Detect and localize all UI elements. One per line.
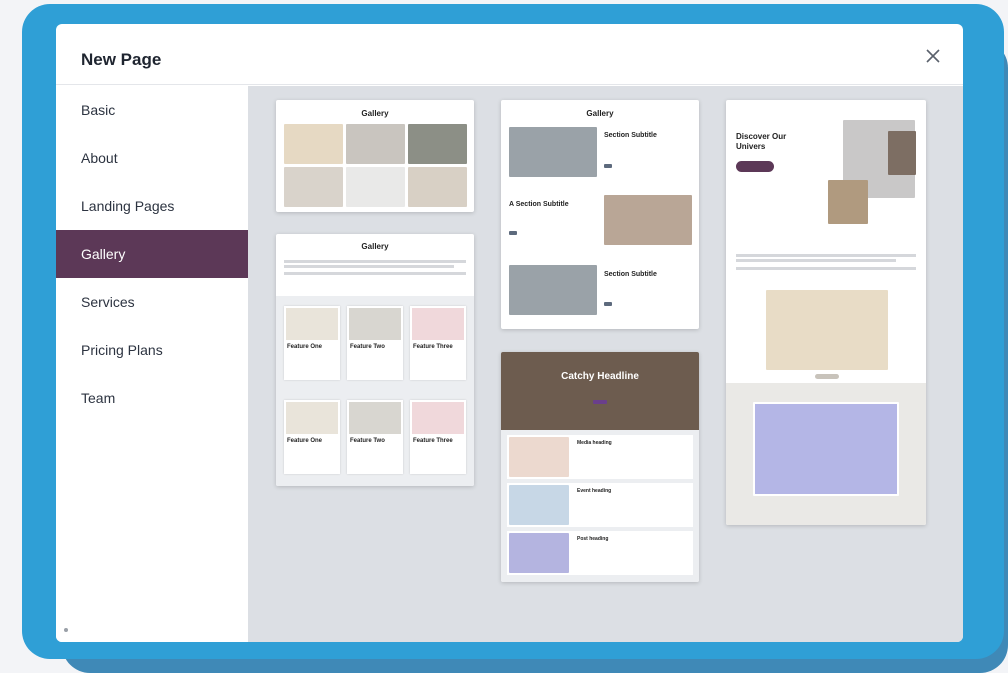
hero-banner: Catchy Headline <box>501 352 699 430</box>
body-text <box>736 259 896 262</box>
body-text <box>736 254 916 257</box>
media-heading: Event heading <box>577 488 612 494</box>
section-image <box>509 127 597 177</box>
intro-text <box>284 265 454 268</box>
section-button <box>604 164 612 168</box>
sidebar-item-gallery[interactable]: Gallery <box>56 230 248 278</box>
feature-card: Feature Two <box>347 306 403 380</box>
intro-text <box>284 272 466 275</box>
new-page-dialog: New Page Basic About Landing Pages Galle… <box>56 24 963 642</box>
gallery-image <box>284 167 343 207</box>
section-subtitle: A Section Subtitle <box>509 201 569 208</box>
template-gallery-grid[interactable]: Gallery <box>276 100 474 212</box>
gallery-image <box>346 167 405 207</box>
gallery-image <box>408 167 467 207</box>
feature-card: Feature Three <box>410 400 466 474</box>
feature-title: Feature Two <box>350 438 385 444</box>
media-image <box>509 533 569 573</box>
feature-card: Feature Three <box>410 306 466 380</box>
sidebar-item-basic[interactable]: Basic <box>56 86 248 134</box>
room-image <box>828 180 868 224</box>
intro-text <box>284 260 466 263</box>
carousel-thumbnails <box>815 374 839 379</box>
section-button <box>604 302 612 306</box>
feature-title: Feature Three <box>413 344 453 350</box>
feature-image <box>286 402 338 434</box>
hero-headline: Catchy Headline <box>561 371 639 382</box>
sidebar-item-landing-pages[interactable]: Landing Pages <box>56 182 248 230</box>
template-title: Gallery <box>361 109 389 118</box>
sidebar-item-team[interactable]: Team <box>56 374 248 422</box>
profile-image <box>888 131 916 175</box>
sidebar-item-services[interactable]: Services <box>56 278 248 326</box>
template-title: Gallery <box>586 109 614 118</box>
gallery-image <box>408 124 467 164</box>
feature-card: Feature One <box>284 400 340 474</box>
close-icon[interactable] <box>925 48 941 64</box>
template-gallery-sections[interactable]: Gallery Section Subtitle A Section Subti… <box>501 100 699 329</box>
sidebar-item-about[interactable]: About <box>56 134 248 182</box>
template-title: Gallery <box>361 242 389 251</box>
media-heading: Media heading <box>577 440 612 446</box>
feature-title: Feature Three <box>413 438 453 444</box>
section-image <box>509 265 597 315</box>
gallery-image <box>284 124 343 164</box>
feature-image <box>286 308 338 340</box>
template-discover[interactable]: Discover Our Univers <box>726 100 926 525</box>
feature-image <box>412 402 464 434</box>
feature-card: Feature Two <box>347 400 403 474</box>
feature-image <box>753 402 899 496</box>
discover-button <box>736 161 774 172</box>
media-image <box>509 437 569 477</box>
body-text <box>736 267 916 270</box>
feature-image <box>412 308 464 340</box>
feature-title: Feature Two <box>350 344 385 350</box>
media-heading: Post heading <box>577 536 609 542</box>
section-image <box>604 195 692 245</box>
media-item: Post heading <box>507 531 693 575</box>
section-subtitle: Section Subtitle <box>604 132 657 139</box>
media-item: Media heading <box>507 435 693 479</box>
media-image <box>509 485 569 525</box>
feature-title: Feature One <box>287 344 323 350</box>
dialog-title: New Page <box>81 50 162 69</box>
carousel-image <box>766 290 888 370</box>
sidebar: Basic About Landing Pages Gallery Servic… <box>56 86 248 642</box>
media-list: Media heading Event heading Post heading <box>501 430 699 582</box>
sidebar-item-pricing-plans[interactable]: Pricing Plans <box>56 326 248 374</box>
feature-card: Feature One <box>284 306 340 380</box>
feature-image <box>349 308 401 340</box>
corner-dot <box>64 628 68 632</box>
discover-heading: Discover Our Univers <box>736 132 787 151</box>
dialog-header: New Page <box>56 24 963 85</box>
features-section: Feature One Feature Two Feature Three Fe… <box>276 296 474 486</box>
section-subtitle: Section Subtitle <box>604 271 657 278</box>
hero-button <box>593 400 607 404</box>
feature-section <box>726 383 926 525</box>
section-button <box>509 231 517 235</box>
feature-title: Feature One <box>287 438 323 444</box>
template-gallery: Gallery Gallery Feature One Feature Two <box>248 86 963 642</box>
feature-image <box>349 402 401 434</box>
template-catchy-headline[interactable]: Catchy Headline Media heading Event head… <box>501 352 699 582</box>
template-gallery-features[interactable]: Gallery Feature One Feature Two Feature … <box>276 234 474 486</box>
gallery-image <box>346 124 405 164</box>
media-item: Event heading <box>507 483 693 527</box>
